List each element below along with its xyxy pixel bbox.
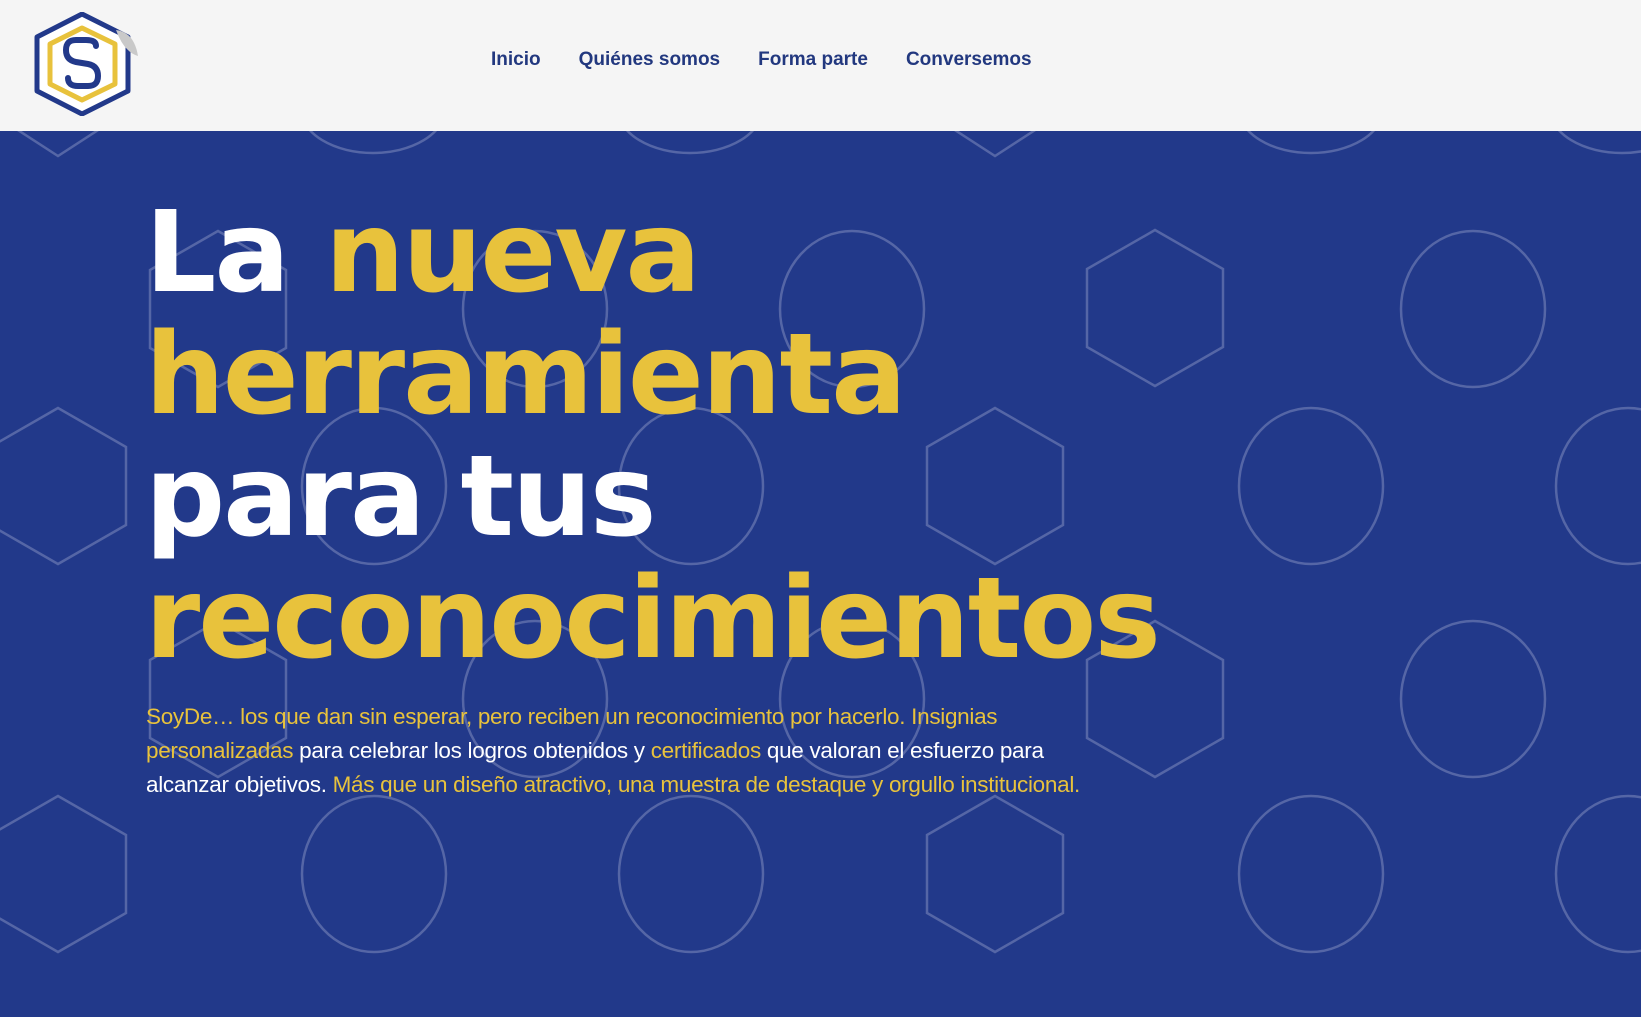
main-nav: Inicio Quiénes somos Forma parte Convers… [491, 49, 1032, 71]
headline-word-reconocimientos: reconocimientos [145, 554, 1161, 684]
description-segment-certificados: certificados [650, 738, 762, 763]
hero-headline: La nueva herramienta para tus reconocimi… [145, 192, 1161, 684]
page: Inicio Quiénes somos Forma parte Convers… [0, 0, 1641, 1017]
site-logo[interactable] [34, 11, 138, 117]
soyde-logo-icon [34, 11, 138, 117]
headline-word-nueva: nueva [324, 188, 701, 318]
headline-word-herramienta: herramienta [145, 310, 907, 440]
nav-item-inicio[interactable]: Inicio [491, 49, 541, 71]
nav-item-conversemos[interactable]: Conversemos [906, 49, 1032, 71]
description-segment-logros: para celebrar los logros obtenidos y [293, 738, 651, 763]
headline-word-la: La [145, 188, 325, 318]
description-segment-orgullo: Más que un diseño atractivo, una muestra… [332, 772, 1081, 797]
hero-description: SoyDe… los que dan sin esperar, pero rec… [146, 700, 1086, 802]
nav-item-quienes-somos[interactable]: Quiénes somos [579, 49, 721, 71]
headline-line-1: La nueva [145, 192, 1159, 314]
nav-item-forma-parte[interactable]: Forma parte [758, 49, 868, 71]
site-header: Inicio Quiénes somos Forma parte Convers… [0, 0, 1641, 131]
headline-word-para-tus: para tus [145, 432, 656, 562]
